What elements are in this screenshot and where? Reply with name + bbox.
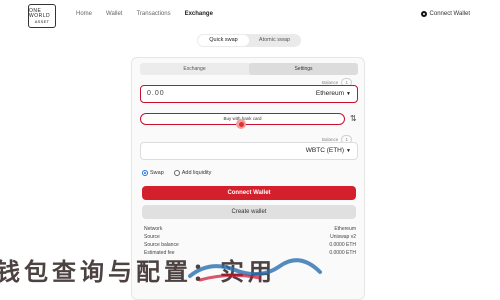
swap-radio[interactable]: Swap [142, 170, 164, 176]
chevron-down-icon: ▼ [346, 148, 351, 154]
brush-stroke-icon [188, 258, 322, 282]
logo-text: ONE WORLD [29, 7, 51, 19]
info-row: Network Ethereum [144, 225, 356, 233]
atomic-swap-option[interactable]: Atomic swap [249, 35, 300, 46]
nav-transactions[interactable]: Transactions [136, 11, 170, 17]
info-row: Source Uniswap v2 [144, 233, 356, 241]
info-label: Source [144, 234, 160, 240]
to-token-label: WBTC (ETH) [305, 147, 345, 154]
add-liquidity-label: Add liquidity [181, 170, 212, 176]
card-tabs: Exchange Settings [140, 63, 358, 75]
to-token-select[interactable]: WBTC (ETH) ▼ [306, 147, 351, 154]
info-value: Ethereum [334, 226, 356, 232]
action-radios: Swap Add liquidity [142, 170, 211, 176]
from-token-select[interactable]: Ethereum ▼ [316, 90, 351, 97]
tab-exchange[interactable]: Exchange [140, 63, 249, 75]
info-value: 0.0000 ETH [329, 242, 356, 248]
logo[interactable]: ONE WORLD ASSET [28, 4, 56, 28]
buy-with-card-button[interactable]: Buy with bank card [140, 113, 345, 129]
info-row: Source balance 0.0000 ETH [144, 241, 356, 249]
top-navbar: ONE WORLD ASSET Home Wallet Transactions… [0, 0, 500, 32]
info-label: Source balance [144, 242, 179, 248]
swap-radio-label: Swap [150, 170, 164, 176]
swap-arrows-icon[interactable]: ⇅ [350, 114, 357, 123]
add-liquidity-radio[interactable]: Add liquidity [173, 170, 212, 176]
quick-swap-option[interactable]: Quick swap [198, 35, 249, 46]
to-amount-field[interactable]: WBTC (ETH) ▼ [140, 142, 358, 160]
info-label: Network [144, 226, 163, 232]
chevron-down-icon: ▼ [346, 91, 351, 97]
from-amount-field[interactable]: 0.00 Ethereum ▼ [140, 85, 358, 103]
info-value: Uniswap v2 [330, 234, 356, 240]
swap-mode-toggle: Quick swap Atomic swap [197, 34, 301, 47]
from-amount-input[interactable]: 0.00 [147, 90, 165, 97]
connect-wallet-label: Connect Wallet [429, 11, 470, 17]
create-wallet-button[interactable]: Create wallet [142, 205, 356, 219]
overlay-banner: 钱包查询与配置：实用 [0, 250, 500, 288]
nav-exchange[interactable]: Exchange [185, 11, 213, 17]
logo-subtext: ASSET [34, 18, 50, 24]
main-nav: Home Wallet Transactions Exchange [76, 11, 213, 17]
from-token-label: Ethereum [315, 90, 345, 97]
nav-wallet[interactable]: Wallet [106, 11, 122, 17]
connect-wallet-link[interactable]: Connect Wallet [420, 11, 470, 17]
tab-settings[interactable]: Settings [249, 63, 358, 75]
connect-wallet-button[interactable]: Connect Wallet [142, 186, 356, 200]
wallet-icon [420, 11, 427, 17]
nav-home[interactable]: Home [76, 11, 92, 17]
record-indicator-icon [236, 119, 246, 129]
radio-checked-icon [142, 170, 148, 176]
radio-unchecked-icon [173, 170, 180, 176]
